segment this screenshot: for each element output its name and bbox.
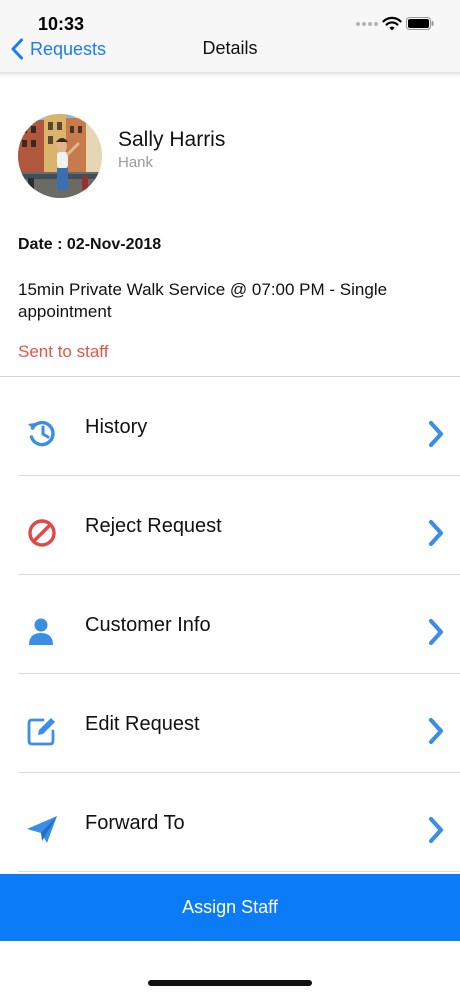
nav-shadow [0,72,460,78]
page-title: Details [202,38,258,58]
service-description: 15min Private Walk Service @ 07:00 PM - … [18,280,388,321]
menu-item-edit-request[interactable]: Edit Request [0,674,460,773]
assign-staff-button[interactable]: Assign Staff [0,874,460,941]
request-date: Date : 02-Nov-2018 [18,236,162,253]
user-icon [29,618,53,645]
request-status: Sent to staff [18,342,109,361]
edit-icon [27,718,55,746]
chevron-right-icon [428,816,444,844]
menu-item-history[interactable]: History [0,377,460,476]
menu-item-reject-request[interactable]: Reject Request [0,476,460,575]
history-icon [28,420,55,447]
action-menu: History Reject Request Customer Info Edi… [0,377,460,872]
navigation-bar: Requests Details [0,34,460,73]
menu-item-forward-to[interactable]: Forward To [0,773,460,872]
block-icon [28,519,56,547]
chevron-right-icon [428,618,444,646]
battery-icon [406,17,434,30]
home-indicator [148,980,312,986]
menu-item-customer-info[interactable]: Customer Info [0,575,460,674]
status-time: 10:33 [38,14,85,34]
chevron-right-icon [428,519,444,547]
wifi-icon [382,16,402,31]
chevron-right-icon [428,420,444,448]
paper-plane-icon [27,816,57,843]
chevron-right-icon [428,717,444,745]
menu-item-label: Reject Request [85,515,222,537]
divider [18,871,460,872]
cellular-signal-icon [356,22,378,26]
menu-item-label: Forward To [85,812,185,834]
avatar-photo [18,114,102,198]
pet-name: Hank [118,154,154,171]
menu-item-label: History [85,416,148,438]
menu-item-label: Customer Info [85,614,211,636]
status-bar: 10:33 [0,0,460,34]
customer-name: Sally Harris [118,128,226,151]
menu-item-label: Edit Request [85,713,200,735]
avatar [18,114,102,198]
